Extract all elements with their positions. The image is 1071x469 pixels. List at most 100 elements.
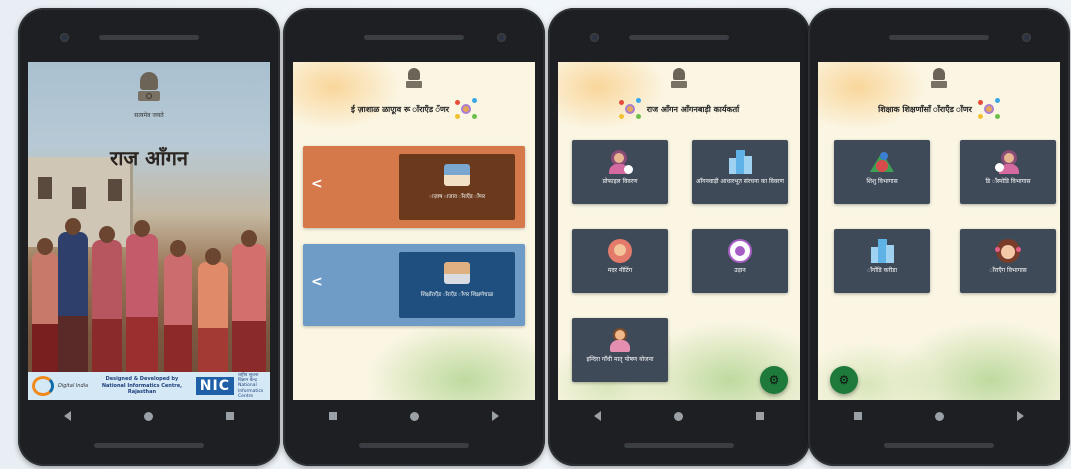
- chevron-left-icon: <: [311, 274, 323, 290]
- chevron-left-icon: <: [311, 176, 323, 192]
- screen-header: शिक्षाक शिक्षणाँसाँ ाँराएँड ाँणर: [818, 98, 1060, 120]
- state-emblem: सत्यमेव जयते: [28, 72, 270, 119]
- front-camera: [1022, 33, 1031, 42]
- bg-wash-orange: [558, 62, 668, 132]
- splash-footer: Digital India Designed & Developed by Na…: [28, 372, 270, 400]
- role-select-screen: ई ज़ाशाळ ळाएूाव रू ाँराएँड ँणर < ाज़ाष ा…: [293, 62, 535, 400]
- bg-wash-orange: [293, 62, 403, 132]
- back-icon[interactable]: [64, 411, 72, 421]
- triangle-logo-icon: [869, 150, 895, 174]
- digital-india-logo-icon: [32, 376, 54, 396]
- designed-by-label: Designed & Developed by: [105, 376, 179, 383]
- recents-icon[interactable]: [225, 412, 234, 420]
- speaker: [889, 35, 989, 40]
- profile-user-icon: [995, 150, 1021, 174]
- phone-2: ई ज़ाशाळ ळाएूाव रू ाँराएँड ँणर < ाज़ाष ा…: [283, 8, 545, 466]
- tile-profile[interactable]: प्रोफाइल विवरण: [572, 140, 668, 204]
- bg-wash-green: [365, 320, 535, 400]
- bottom-speaker: [94, 443, 204, 448]
- recents-icon[interactable]: [854, 412, 863, 420]
- gear-icon: ⚙: [768, 373, 780, 387]
- back-icon[interactable]: [1016, 411, 1024, 421]
- recents-icon[interactable]: [755, 412, 764, 420]
- splash-screen: सत्यमेव जयते राज आँगन Digital India Desi…: [28, 62, 270, 400]
- recents-icon[interactable]: [329, 412, 338, 420]
- front-camera: [60, 33, 69, 42]
- settings-fab[interactable]: ⚙: [830, 366, 858, 394]
- phone-4: शिक्षाक शिक्षणाँसाँ ाँराएँड ाँणर शिशु वि…: [808, 8, 1070, 466]
- tile-label: ाँगोंडि करीडा: [866, 267, 898, 274]
- tile-department-4[interactable]: ाँराएँग विभागास: [960, 229, 1056, 293]
- front-camera: [497, 33, 506, 42]
- home-icon[interactable]: [934, 411, 944, 421]
- speaker: [99, 35, 199, 40]
- app-title: राज आँगन: [110, 146, 188, 170]
- ashoka-emblem-icon: [670, 68, 688, 90]
- role-label: शिक्षाँराएँड ाँराएँड ाँणर शिक्षणेचाळ: [420, 292, 494, 298]
- android-nav-bar: [293, 400, 535, 432]
- buildings-icon: [727, 150, 753, 174]
- android-nav-bar: [558, 400, 800, 432]
- nic-rajasthan-label: National Informatics Centre, Rajasthan: [101, 382, 182, 396]
- molecule-logo-icon: [618, 98, 641, 120]
- buildings-icon: [869, 239, 895, 263]
- header-title: राज आँगन आँगनबाड़ी कार्यकर्ता: [646, 104, 740, 114]
- ashoka-emblem-icon: [405, 68, 423, 90]
- designed-by-text: Designed & Developed by National Informa…: [92, 376, 192, 396]
- front-camera: [590, 33, 599, 42]
- home-icon[interactable]: [143, 411, 153, 421]
- nic-sub-label: राष्ट्रीय सूचना विज्ञान केन्द्र National…: [238, 373, 266, 400]
- role-label: ाज़ाष ाजाव ाँराएँड ाँणर: [428, 194, 486, 200]
- tile-infrastructure[interactable]: आँगनवाड़ी आधारभूत संरचना का विवरण: [692, 140, 788, 204]
- udaan-badge-icon: [727, 239, 753, 263]
- tile-label: प्रोफाइल विवरण: [602, 178, 638, 185]
- teacher-laptop-icon: [444, 262, 470, 284]
- profile-user-icon: [607, 150, 633, 174]
- motto: सत्यमेव जयते: [134, 112, 164, 119]
- ashoka-emblem-icon: [136, 72, 162, 106]
- tile-label: डि ाँस्पोडि विभागास: [985, 178, 1031, 185]
- tile-label: शिशु विभागास: [866, 178, 898, 185]
- role-card-inner[interactable]: ाज़ाष ाजाव ाँराएँड ाँणर: [399, 154, 515, 220]
- settings-fab[interactable]: ⚙: [760, 366, 788, 394]
- tile-label: ाँराएँग विभागास: [989, 267, 1027, 274]
- mother-child-icon: [607, 239, 633, 263]
- girl-face-icon: [995, 239, 1021, 263]
- home-icon[interactable]: [409, 411, 419, 421]
- molecule-logo-icon: [455, 98, 478, 120]
- role-card-inner[interactable]: शिक्षाँराएँड ाँराएँड ाँणर शिक्षणेचाळ: [399, 252, 515, 318]
- role-card-1[interactable]: < ाज़ाष ाजाव ाँराएँड ाँणर: [303, 146, 525, 228]
- tile-udaan[interactable]: उड़ान: [692, 229, 788, 293]
- android-nav-bar: [818, 400, 1060, 432]
- officer-desk-icon: [444, 164, 470, 186]
- android-nav-bar: [28, 400, 270, 432]
- molecule-logo-icon: [977, 98, 1000, 120]
- home-icon[interactable]: [673, 411, 683, 421]
- tile-label: मदर मीटिंग: [607, 267, 633, 274]
- screen-header: ई ज़ाशाळ ळाएूाव रू ाँराएँड ँणर: [293, 98, 535, 120]
- screen-header: राज आँगन आँगनबाड़ी कार्यकर्ता: [558, 98, 800, 120]
- role-card-2[interactable]: < शिक्षाँराएँड ाँराएँड ाँणर शिक्षणेचाळ: [303, 244, 525, 326]
- bottom-speaker: [359, 443, 469, 448]
- nic-english-label: National Informatics Centre: [238, 383, 264, 400]
- tile-label: आँगनवाड़ी आधारभूत संरचना का विवरण: [696, 178, 784, 185]
- tile-mother-meeting[interactable]: मदर मीटिंग: [572, 229, 668, 293]
- bottom-speaker: [624, 443, 734, 448]
- tile-child-department[interactable]: शिशु विभागास: [834, 140, 930, 204]
- bg-wash-orange: [818, 62, 928, 132]
- gear-icon: ⚙: [838, 373, 850, 387]
- tile-activities[interactable]: ाँगोंडि करीडा: [834, 229, 930, 293]
- back-icon[interactable]: [594, 411, 602, 421]
- phone-3: राज आँगन आँगनबाड़ी कार्यकर्ता प्रोफाइल व…: [548, 8, 810, 466]
- back-icon[interactable]: [491, 411, 499, 421]
- tile-indira-gandhi-scheme[interactable]: इन्दिरा गाँधी मातृ पोषण योजना: [572, 318, 668, 382]
- tile-department-2[interactable]: डि ाँस्पोडि विभागास: [960, 140, 1056, 204]
- children-photo: [28, 212, 270, 372]
- header-title: ई ज़ाशाळ ळाएूाव रू ाँराएँड ँणर: [350, 104, 450, 114]
- phone-1: सत्यमेव जयते राज आँगन Digital India Desi…: [18, 8, 280, 466]
- teacher-dashboard: शिक्षाक शिक्षणाँसाँ ाँराएँड ाँणर शिशु वि…: [818, 62, 1060, 400]
- tile-label: उड़ान: [734, 267, 746, 274]
- anganwadi-dashboard: राज आँगन आँगनबाड़ी कार्यकर्ता प्रोफाइल व…: [558, 62, 800, 400]
- speaker: [629, 35, 729, 40]
- bottom-speaker: [884, 443, 994, 448]
